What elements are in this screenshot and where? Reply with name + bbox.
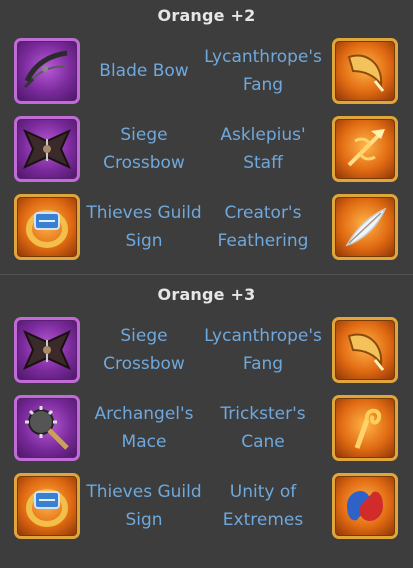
blade-bow-icon [14, 38, 80, 104]
tricksters-cane-icon [332, 395, 398, 461]
recipe-row: Blade Bow Lycanthrope's Fang [0, 32, 413, 110]
item-name: Lycanthrope's Fang [204, 326, 322, 374]
unity-of-extremes-icon [332, 473, 398, 539]
item-name: Creator's Feathering [217, 203, 309, 251]
item-left[interactable]: Blade Bow [0, 36, 206, 106]
item-left[interactable]: Siege Crossbow [0, 315, 206, 385]
recipe-row: Siege Crossbow Asklepius' Staff [0, 110, 413, 188]
item-name: Thieves Guild Sign [86, 482, 202, 530]
recipe-row: Siege Crossbow Lycanthrope's Fang [0, 311, 413, 389]
item-right[interactable]: Asklepius' Staff [206, 114, 413, 184]
item-right[interactable]: Unity of Extremes [206, 471, 413, 541]
item-right[interactable]: Creator's Feathering [206, 192, 413, 262]
lycanthropes-fang-icon [332, 38, 398, 104]
recipe-row: Thieves Guild Sign Creator's Feathering [0, 188, 413, 266]
section-orange-plus-3: Orange +3 Siege Crossbow Lycanthrope's F… [0, 281, 413, 545]
siege-crossbow-icon [14, 317, 80, 383]
section-divider [0, 274, 413, 275]
item-right[interactable]: Lycanthrope's Fang [204, 315, 413, 385]
lycanthropes-fang-icon [332, 317, 398, 383]
thieves-guild-sign-icon [14, 473, 80, 539]
item-name: Siege Crossbow [103, 125, 185, 173]
item-name: Lycanthrope's Fang [204, 47, 322, 95]
item-name: Asklepius' Staff [220, 125, 306, 173]
item-right[interactable]: Lycanthrope's Fang [204, 36, 413, 106]
item-name: Trickster's Cane [220, 404, 306, 452]
item-left[interactable]: Thieves Guild Sign [0, 192, 206, 262]
section-orange-plus-2: Orange +2 Blade Bow Lycanthrope's Fang S… [0, 0, 413, 266]
item-right[interactable]: Trickster's Cane [206, 393, 413, 463]
item-name: Archangel's Mace [94, 404, 194, 452]
section-title: Orange +2 [157, 6, 256, 25]
item-name: Thieves Guild Sign [86, 203, 202, 251]
item-name: Siege Crossbow [103, 326, 185, 374]
siege-crossbow-icon [14, 116, 80, 182]
thieves-guild-sign-icon [14, 194, 80, 260]
creators-feathering-icon [332, 194, 398, 260]
item-left[interactable]: Siege Crossbow [0, 114, 206, 184]
item-left[interactable]: Archangel's Mace [0, 393, 206, 463]
item-left[interactable]: Thieves Guild Sign [0, 471, 206, 541]
asklepius-staff-icon [332, 116, 398, 182]
recipe-row: Archangel's Mace Trickster's Cane [0, 389, 413, 467]
archangels-mace-icon [14, 395, 80, 461]
item-name: Unity of Extremes [222, 482, 304, 530]
section-title: Orange +3 [157, 285, 256, 304]
item-name: Blade Bow [99, 61, 189, 81]
recipe-row: Thieves Guild Sign Unity of Extremes [0, 467, 413, 545]
